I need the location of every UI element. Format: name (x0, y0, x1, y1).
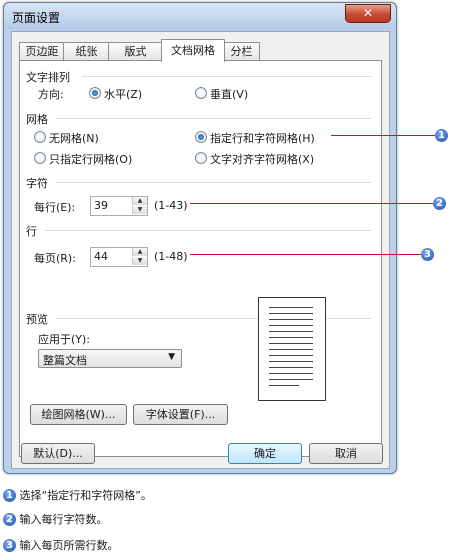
chars-per-line-label: 每行(E): (34, 201, 76, 214)
divider (56, 118, 372, 119)
chars-per-line-value[interactable]: 39 (94, 199, 108, 212)
draw-grid-button[interactable]: 绘图网格(W)... (30, 404, 127, 425)
document-grid-panel: 文字排列 方向: 水平(Z) 垂直(V) 网格 无网格(N) 指定行和字符网格(… (19, 60, 382, 457)
line-grid-only-label[interactable]: 只指定行网格(O) (49, 151, 132, 167)
dialog-body: 页边距 纸张 版式 文档网格 分栏 文字排列 方向: 水平(Z) 垂直(V) 网… (11, 31, 390, 469)
tab-margins[interactable]: 页边距 (19, 42, 65, 61)
line-grid-only-radio[interactable] (34, 152, 46, 164)
grid-heading: 网格 (26, 113, 48, 126)
chars-per-line-spinner[interactable]: 39 ▲ ▼ (90, 196, 148, 216)
tab-document-grid[interactable]: 文档网格 (161, 39, 225, 62)
divider (82, 76, 372, 77)
callout-leader-3 (190, 254, 421, 255)
lines-per-page-label: 每页(R): (34, 252, 76, 265)
close-button[interactable]: ✕ (345, 4, 391, 23)
note-text: 输入每页所需行数。 (19, 539, 119, 552)
note-number-icon: 2 (3, 512, 16, 526)
note-number-icon: 3 (3, 538, 16, 552)
text-direction-heading: 文字排列 (26, 71, 70, 84)
horizontal-label[interactable]: 水平(Z) (104, 86, 142, 102)
snap-to-char-grid-radio[interactable] (195, 152, 207, 164)
direction-label: 方向: (38, 88, 64, 101)
horizontal-radio[interactable] (89, 87, 101, 99)
lines-per-page-value[interactable]: 44 (94, 250, 108, 263)
callout-badge-3: 3 (421, 248, 434, 261)
note-text: 输入每行字符数。 (19, 513, 108, 526)
default-button[interactable]: 默认(D)... (21, 443, 95, 464)
spin-down-icon[interactable]: ▼ (132, 206, 147, 214)
no-grid-label[interactable]: 无网格(N) (49, 130, 99, 146)
lines-per-page-spinner[interactable]: 44 ▲ ▼ (90, 247, 148, 267)
snap-to-char-grid-label[interactable]: 文字对齐字符网格(X) (210, 151, 314, 167)
characters-heading: 字符 (26, 177, 48, 190)
callout-leader-2 (190, 203, 433, 204)
callout-leader-1 (331, 135, 435, 136)
callout-badge-2: 2 (433, 197, 446, 210)
note-2: 2 输入每行字符数。 (3, 511, 108, 527)
note-3: 3 输入每页所需行数。 (3, 537, 119, 553)
line-and-char-grid-radio[interactable] (195, 131, 207, 143)
page-setup-dialog: 页面设置 ✕ 页边距 纸张 版式 文档网格 分栏 文字排列 方向: 水平(Z) … (3, 2, 397, 474)
spin-up-icon[interactable]: ▲ (132, 248, 147, 256)
chevron-down-icon: ▼ (168, 352, 175, 362)
tab-columns[interactable]: 分栏 (223, 42, 260, 61)
chars-per-line-range: (1-43) (154, 199, 188, 212)
preview-heading: 预览 (26, 313, 48, 326)
apply-to-label: 应用于(Y): (38, 333, 91, 346)
note-number-icon: 1 (3, 488, 16, 502)
font-settings-button[interactable]: 字体设置(F)... (133, 404, 228, 425)
lines-heading: 行 (26, 225, 37, 238)
ok-button[interactable]: 确定 (228, 443, 302, 464)
apply-to-dropdown[interactable]: 整篇文档 ▼ (38, 349, 182, 368)
spin-down-icon[interactable]: ▼ (132, 257, 147, 265)
callout-badge-1: 1 (435, 129, 448, 142)
window-title: 页面设置 (12, 11, 61, 25)
divider (44, 230, 372, 231)
note-text: 选择“指定行和字符网格”。 (19, 489, 152, 502)
line-and-char-grid-label[interactable]: 指定行和字符网格(H) (210, 130, 315, 146)
cancel-button[interactable]: 取消 (309, 443, 383, 464)
apply-to-value: 整篇文档 (43, 354, 87, 367)
lines-per-page-range: (1-48) (154, 250, 188, 263)
tab-paper[interactable]: 纸张 (63, 42, 110, 61)
title-bar[interactable]: 页面设置 ✕ (4, 3, 396, 29)
no-grid-radio[interactable] (34, 131, 46, 143)
vertical-radio[interactable] (195, 87, 207, 99)
tab-layout[interactable]: 版式 (108, 42, 163, 61)
note-1: 1 选择“指定行和字符网格”。 (3, 487, 152, 503)
preview-page-thumbnail (258, 297, 326, 401)
spin-up-icon[interactable]: ▲ (132, 197, 147, 205)
vertical-label[interactable]: 垂直(V) (210, 86, 248, 102)
divider (56, 182, 372, 183)
